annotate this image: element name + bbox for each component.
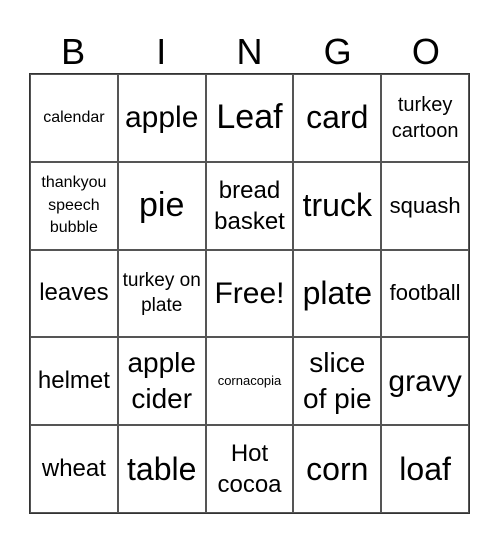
bingo-cell[interactable]: turkey cartoon	[381, 74, 469, 162]
header-letter-b: B	[61, 31, 86, 72]
bingo-cell[interactable]: helmet	[30, 337, 118, 426]
bingo-cell[interactable]: cornacopia	[205, 337, 294, 426]
bingo-cell[interactable]: wheat	[30, 425, 118, 513]
header-letter-o: O	[411, 31, 440, 72]
bingo-cell[interactable]: plate	[293, 249, 382, 338]
bingo-cell[interactable]: bread basket	[205, 161, 294, 250]
bingo-cell[interactable]: turkey on plate	[117, 249, 206, 338]
bingo-cell[interactable]: card	[293, 74, 382, 162]
bingo-cell[interactable]: apple	[117, 74, 206, 162]
bingo-cell[interactable]: Hot cocoa	[205, 425, 294, 513]
bingo-cell[interactable]: corn	[293, 425, 382, 513]
bingo-cell[interactable]: leaves	[30, 249, 118, 338]
bingo-cell[interactable]: truck	[293, 161, 382, 250]
bingo-cell[interactable]: slice of pie	[293, 337, 382, 426]
header-letter-n: N	[236, 31, 263, 72]
bingo-cell[interactable]: thankyou speech bubble	[30, 161, 118, 250]
bingo-cell[interactable]: pie	[117, 161, 206, 250]
bingo-cell[interactable]: Leaf	[205, 74, 294, 162]
bingo-cell[interactable]: football	[381, 249, 469, 338]
header-letter-g: G	[323, 31, 352, 72]
bingo-cell[interactable]: table	[117, 425, 206, 513]
bingo-grid: calendar apple Leaf card turkey cartoon …	[29, 73, 470, 514]
bingo-cell[interactable]: gravy	[381, 337, 469, 426]
free-space-cell[interactable]: Free!	[205, 249, 294, 338]
bingo-header: B I N G O	[29, 30, 470, 73]
bingo-cell[interactable]: squash	[381, 161, 469, 250]
bingo-cell[interactable]: apple cider	[117, 337, 206, 426]
header-letter-i: I	[156, 31, 167, 72]
bingo-cell[interactable]: calendar	[30, 74, 118, 162]
bingo-cell[interactable]: loaf	[381, 425, 469, 513]
